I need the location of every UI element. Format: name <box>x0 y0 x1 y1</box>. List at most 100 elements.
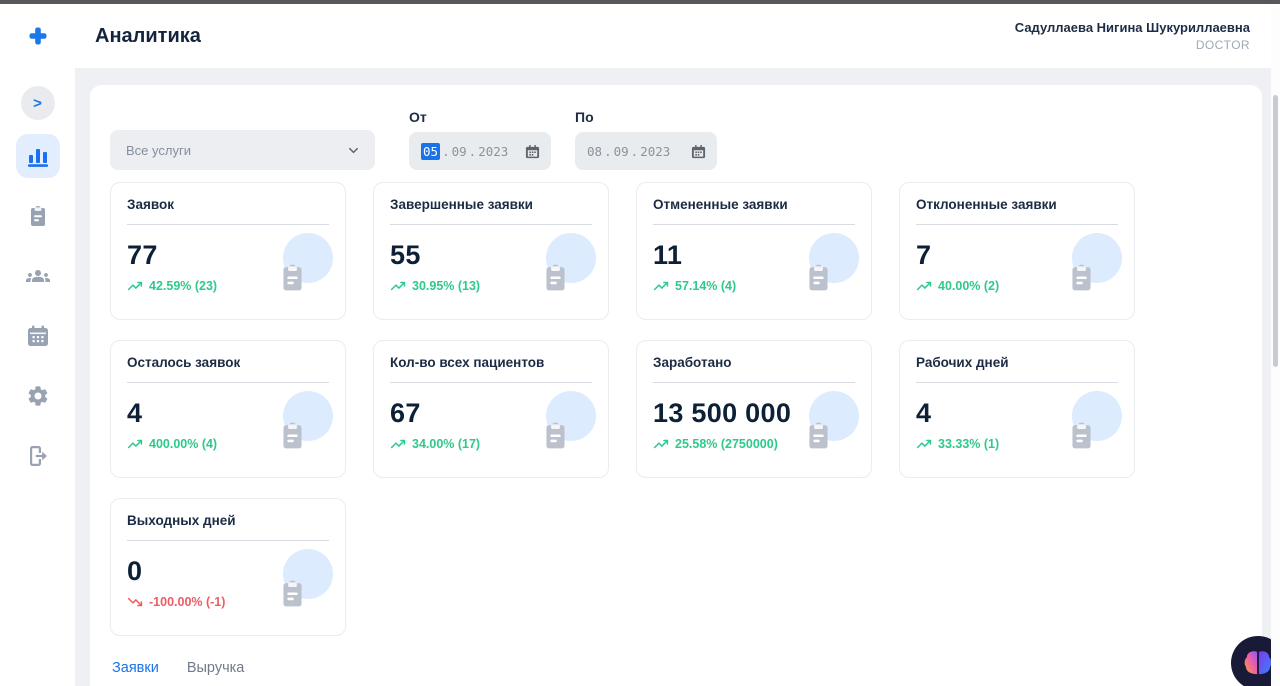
date-from-input[interactable]: 05 . 09 . 2023 <box>409 132 551 170</box>
stat-card-trend-text: 42.59% (23) <box>149 279 218 293</box>
date-from-label: От <box>409 109 427 125</box>
sidebar-item-logout[interactable] <box>16 434 60 478</box>
stat-card-badge <box>807 391 859 449</box>
stat-card-badge <box>807 233 859 291</box>
stat-card-divider <box>653 382 855 383</box>
date-to-day[interactable]: 08 <box>587 144 602 159</box>
content-area: Все услуги От 05 . 09 . 2023 По 08 . 09 … <box>75 68 1280 686</box>
stat-card-badge <box>544 391 596 449</box>
user-role: DOCTOR <box>1195 38 1250 52</box>
clipboard-icon <box>283 264 302 291</box>
stat-card: Выходных дней 0 -100.00% (-1) <box>110 498 346 636</box>
stat-card-title: Рабочих дней <box>916 355 1009 370</box>
date-separator: . <box>604 143 612 159</box>
header: Аналитика Садуллаева Нигина Шукуриллаевн… <box>0 4 1280 68</box>
clipboard-icon <box>283 580 302 607</box>
date-to-input[interactable]: 08 . 09 . 2023 <box>575 132 717 170</box>
stat-card-divider <box>390 224 592 225</box>
stat-card-divider <box>916 382 1118 383</box>
stat-card-title: Кол-во всех пациентов <box>390 355 545 370</box>
trending-up-icon <box>127 281 143 291</box>
stat-card-trend-text: 57.14% (4) <box>675 279 737 293</box>
chevron-right-icon: > <box>33 94 42 112</box>
stat-card-badge <box>281 391 333 449</box>
stat-card: Отклоненные заявки 7 40.00% (2) <box>899 182 1135 320</box>
date-separator: . <box>442 143 450 159</box>
service-select[interactable]: Все услуги <box>110 130 375 170</box>
trending-up-icon <box>390 439 406 449</box>
stat-card-badge <box>1070 233 1122 291</box>
stat-card: Рабочих дней 4 33.33% (1) <box>899 340 1135 478</box>
date-from-group: От 05 . 09 . 2023 <box>409 109 551 170</box>
service-select-value: Все услуги <box>126 142 191 158</box>
trending-up-icon <box>390 281 406 291</box>
sidebar-item-calendar[interactable] <box>16 314 60 358</box>
stat-card-divider <box>127 224 329 225</box>
calendar-icon <box>27 325 48 346</box>
date-to-year[interactable]: 2023 <box>640 144 670 159</box>
stat-card-title: Осталось заявок <box>127 355 241 370</box>
trending-up-icon <box>653 439 669 449</box>
date-separator: . <box>468 143 477 159</box>
date-from-calendar-button[interactable] <box>525 144 540 159</box>
stat-card-title: Выходных дней <box>127 513 236 528</box>
stat-card-divider <box>127 382 329 383</box>
stat-card-trend-text: 33.33% (1) <box>938 437 1000 451</box>
stat-card-badge <box>1070 391 1122 449</box>
date-to-label: По <box>575 109 594 125</box>
stat-card-trend-text: 400.00% (4) <box>149 437 218 451</box>
sidebar: > <box>0 68 75 686</box>
date-to-month[interactable]: 09 <box>614 144 629 159</box>
stat-card: Отмененные заявки 11 57.14% (4) <box>636 182 872 320</box>
calendar-picker-icon <box>525 144 540 158</box>
stat-card-title: Заявок <box>127 197 174 212</box>
date-to-calendar-button[interactable] <box>691 144 706 159</box>
clipboard-icon <box>1072 264 1091 291</box>
clipboard-icon <box>809 264 828 291</box>
date-from-year[interactable]: 2023 <box>478 144 508 159</box>
date-from-month[interactable]: 09 <box>452 144 467 159</box>
date-from-day[interactable]: 05 <box>421 142 441 160</box>
stat-card-divider <box>653 224 855 225</box>
stat-card: Завершенные заявки 55 30.95% (13) <box>373 182 609 320</box>
bottom-tabs: Заявки Выручка <box>110 660 1242 676</box>
clipboard-icon <box>1072 422 1091 449</box>
sidebar-item-requests[interactable] <box>16 194 60 238</box>
stat-card-title: Отклоненные заявки <box>916 197 1057 212</box>
analytics-panel: Все услуги От 05 . 09 . 2023 По 08 . 09 … <box>90 85 1262 686</box>
medical-cross-logo-icon <box>29 27 46 45</box>
stat-card-title: Заработано <box>653 355 732 370</box>
stat-card-trend-text: -100.00% (-1) <box>149 595 226 609</box>
user-block[interactable]: Садуллаева Нигина Шукуриллаевна DOCTOR <box>1015 20 1280 52</box>
stat-card-badge <box>281 549 333 607</box>
date-to-group: По 08 . 09 . 2023 <box>575 109 717 170</box>
stat-card-trend-text: 30.95% (13) <box>412 279 481 293</box>
logout-icon <box>29 446 47 466</box>
people-icon <box>25 270 50 282</box>
sidebar-collapse-button[interactable]: > <box>20 86 55 120</box>
stats-grid: Заявок 77 42.59% (23) Завершенные заявки… <box>110 182 1242 636</box>
stat-card: Осталось заявок 4 400.00% (4) <box>110 340 346 478</box>
user-name: Садуллаева Нигина Шукуриллаевна <box>1014 20 1250 35</box>
stat-card-divider <box>916 224 1118 225</box>
tab-revenue[interactable]: Выручка <box>187 660 245 676</box>
calendar-picker-icon <box>691 144 706 158</box>
clipboard-icon <box>546 422 565 449</box>
trending-up-icon <box>653 281 669 291</box>
sidebar-item-settings[interactable] <box>16 374 60 418</box>
scrollbar-track[interactable] <box>1271 4 1280 686</box>
clipboard-icon <box>30 206 45 226</box>
stat-card: Заработано 13 500 000 25.58% (2750000) <box>636 340 872 478</box>
stat-card-trend-text: 25.58% (2750000) <box>675 437 778 451</box>
logo-box[interactable] <box>0 27 75 45</box>
stat-card-title: Отмененные заявки <box>653 197 788 212</box>
scrollbar-thumb[interactable] <box>1273 95 1278 367</box>
clipboard-icon <box>283 422 302 449</box>
stat-card-trend-text: 40.00% (2) <box>938 279 1000 293</box>
tab-requests[interactable]: Заявки <box>112 660 159 676</box>
sidebar-item-patients[interactable] <box>16 254 60 298</box>
sidebar-item-analytics[interactable] <box>15 134 60 178</box>
trending-up-icon <box>127 439 143 449</box>
stat-card-badge <box>544 233 596 291</box>
stat-card-divider <box>390 382 592 383</box>
